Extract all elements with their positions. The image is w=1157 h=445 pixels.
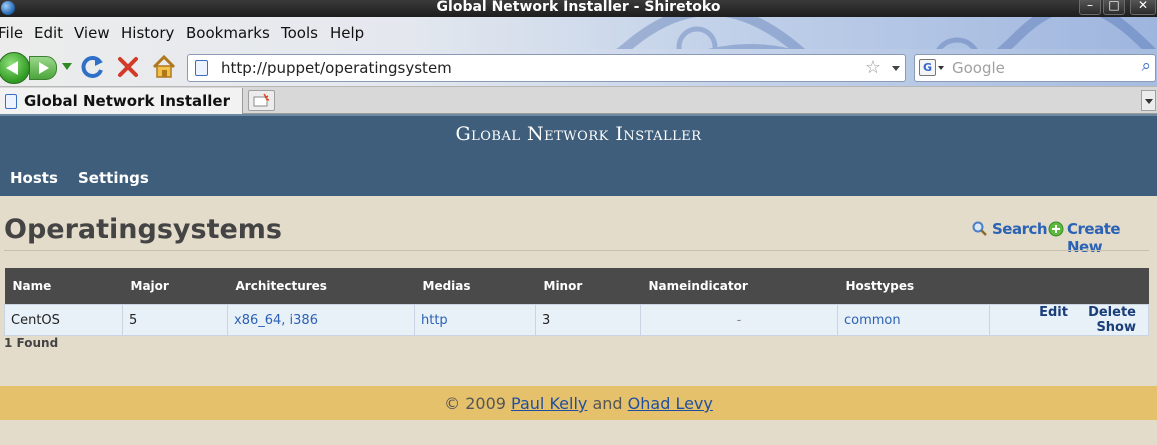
page-footer: © 2009 Paul Kelly and Ohad Levy	[0, 386, 1157, 420]
cell-nameindicator: -	[640, 304, 838, 336]
cell-medias[interactable]: http	[414, 304, 536, 336]
tab-global-network-installer[interactable]: Global Network Installer	[0, 88, 243, 114]
search-engine-icon[interactable]: G	[919, 59, 936, 76]
history-dropdown-icon[interactable]	[62, 63, 72, 70]
search-input[interactable]: Google	[952, 59, 1005, 77]
page-bottom-area	[0, 420, 1157, 445]
footer-and: and	[592, 394, 623, 413]
heading-divider	[4, 250, 1149, 251]
menu-view[interactable]: View	[74, 24, 110, 42]
window-title: Global Network Installer - Shiretoko	[436, 0, 721, 15]
search-engine-dropdown-icon[interactable]	[938, 66, 944, 70]
page-icon	[195, 60, 208, 76]
edit-link[interactable]: Edit	[1039, 305, 1068, 320]
cell-actions: Edit Delete Show	[989, 304, 1149, 336]
maximize-icon[interactable]: □	[1103, 0, 1125, 15]
page-icon	[5, 94, 17, 109]
footer-author-link-paul-kelly[interactable]: Paul Kelly	[511, 394, 587, 413]
cell-architectures[interactable]: x86_64, i386	[227, 304, 415, 336]
nav-hosts[interactable]: Hosts	[10, 169, 58, 187]
show-link[interactable]: Show	[1096, 320, 1136, 335]
operatingsystems-table: Name Major Architectures Medias Minor Na…	[4, 268, 1149, 336]
search-link[interactable]: Search	[992, 220, 1048, 238]
new-tab-button[interactable]	[248, 90, 275, 111]
column-header-architectures: Architectures	[227, 268, 415, 305]
table-row: CentOS 5 x86_64, i386 http 3 - common Ed…	[4, 304, 1149, 336]
column-header-medias: Medias	[414, 268, 536, 305]
menu-bar: File Edit View History Bookmarks Tools H…	[0, 17, 1157, 102]
stop-icon[interactable]	[116, 55, 140, 79]
column-header-nameindicator: Nameindicator	[640, 268, 838, 305]
column-header-major: Major	[122, 268, 228, 305]
column-header-name: Name	[4, 268, 123, 305]
cell-name: CentOS	[4, 304, 123, 336]
column-header-minor: Minor	[535, 268, 641, 305]
add-icon[interactable]	[1048, 221, 1064, 237]
url-dropdown-icon[interactable]	[892, 66, 900, 71]
menu-history[interactable]: History	[121, 24, 174, 42]
column-header-hosttypes: Hosttypes	[837, 268, 990, 305]
search-icon[interactable]: ⌕	[1141, 56, 1151, 76]
all-tabs-dropdown[interactable]	[1141, 90, 1156, 111]
cell-hosttypes[interactable]: common	[837, 304, 990, 336]
nav-settings[interactable]: Settings	[78, 169, 149, 187]
footer-author-link-ohad-levy[interactable]: Ohad Levy	[628, 394, 713, 413]
reload-icon[interactable]	[78, 53, 106, 81]
table-header-row: Name Major Architectures Medias Minor Na…	[4, 268, 1149, 305]
page-title: Operatingsystems	[4, 214, 283, 245]
footer-copyright: © 2009	[444, 394, 506, 413]
url-bar[interactable]: http://puppet/operatingsystem ☆	[187, 54, 906, 82]
minimize-icon[interactable]: –	[1079, 0, 1101, 15]
back-icon[interactable]	[0, 52, 30, 84]
tab-label: Global Network Installer	[24, 92, 230, 110]
site-title: Global Network Installer	[455, 123, 702, 145]
menu-file[interactable]: File	[0, 24, 23, 42]
magnifier-icon[interactable]	[972, 221, 988, 237]
navigation-toolbar: http://puppet/operatingsystem ☆ G Google…	[0, 49, 1157, 86]
menu-help[interactable]: Help	[330, 24, 364, 42]
url-text[interactable]: http://puppet/operatingsystem	[221, 59, 452, 77]
close-icon[interactable]: ✕	[1130, 0, 1156, 15]
delete-link[interactable]: Delete	[1088, 305, 1136, 320]
window-title-bar: Global Network Installer - Shiretoko – □…	[0, 0, 1157, 17]
site-header: Global Network Installer Hosts Settings	[0, 114, 1157, 196]
menu-tools[interactable]: Tools	[281, 24, 318, 42]
home-icon[interactable]	[151, 54, 177, 80]
cell-major: 5	[122, 304, 228, 336]
result-count: 1 Found	[4, 336, 59, 350]
menu-bookmarks[interactable]: Bookmarks	[186, 24, 270, 42]
tab-strip: Global Network Installer	[0, 86, 1157, 114]
search-box[interactable]: G Google ⌕	[914, 54, 1156, 82]
cell-minor: 3	[535, 304, 641, 336]
new-tab-icon	[253, 93, 270, 107]
column-header-actions	[989, 268, 1149, 305]
menu-edit[interactable]: Edit	[34, 24, 63, 42]
forward-icon[interactable]	[29, 56, 57, 80]
bookmark-star-icon[interactable]: ☆	[865, 57, 881, 78]
